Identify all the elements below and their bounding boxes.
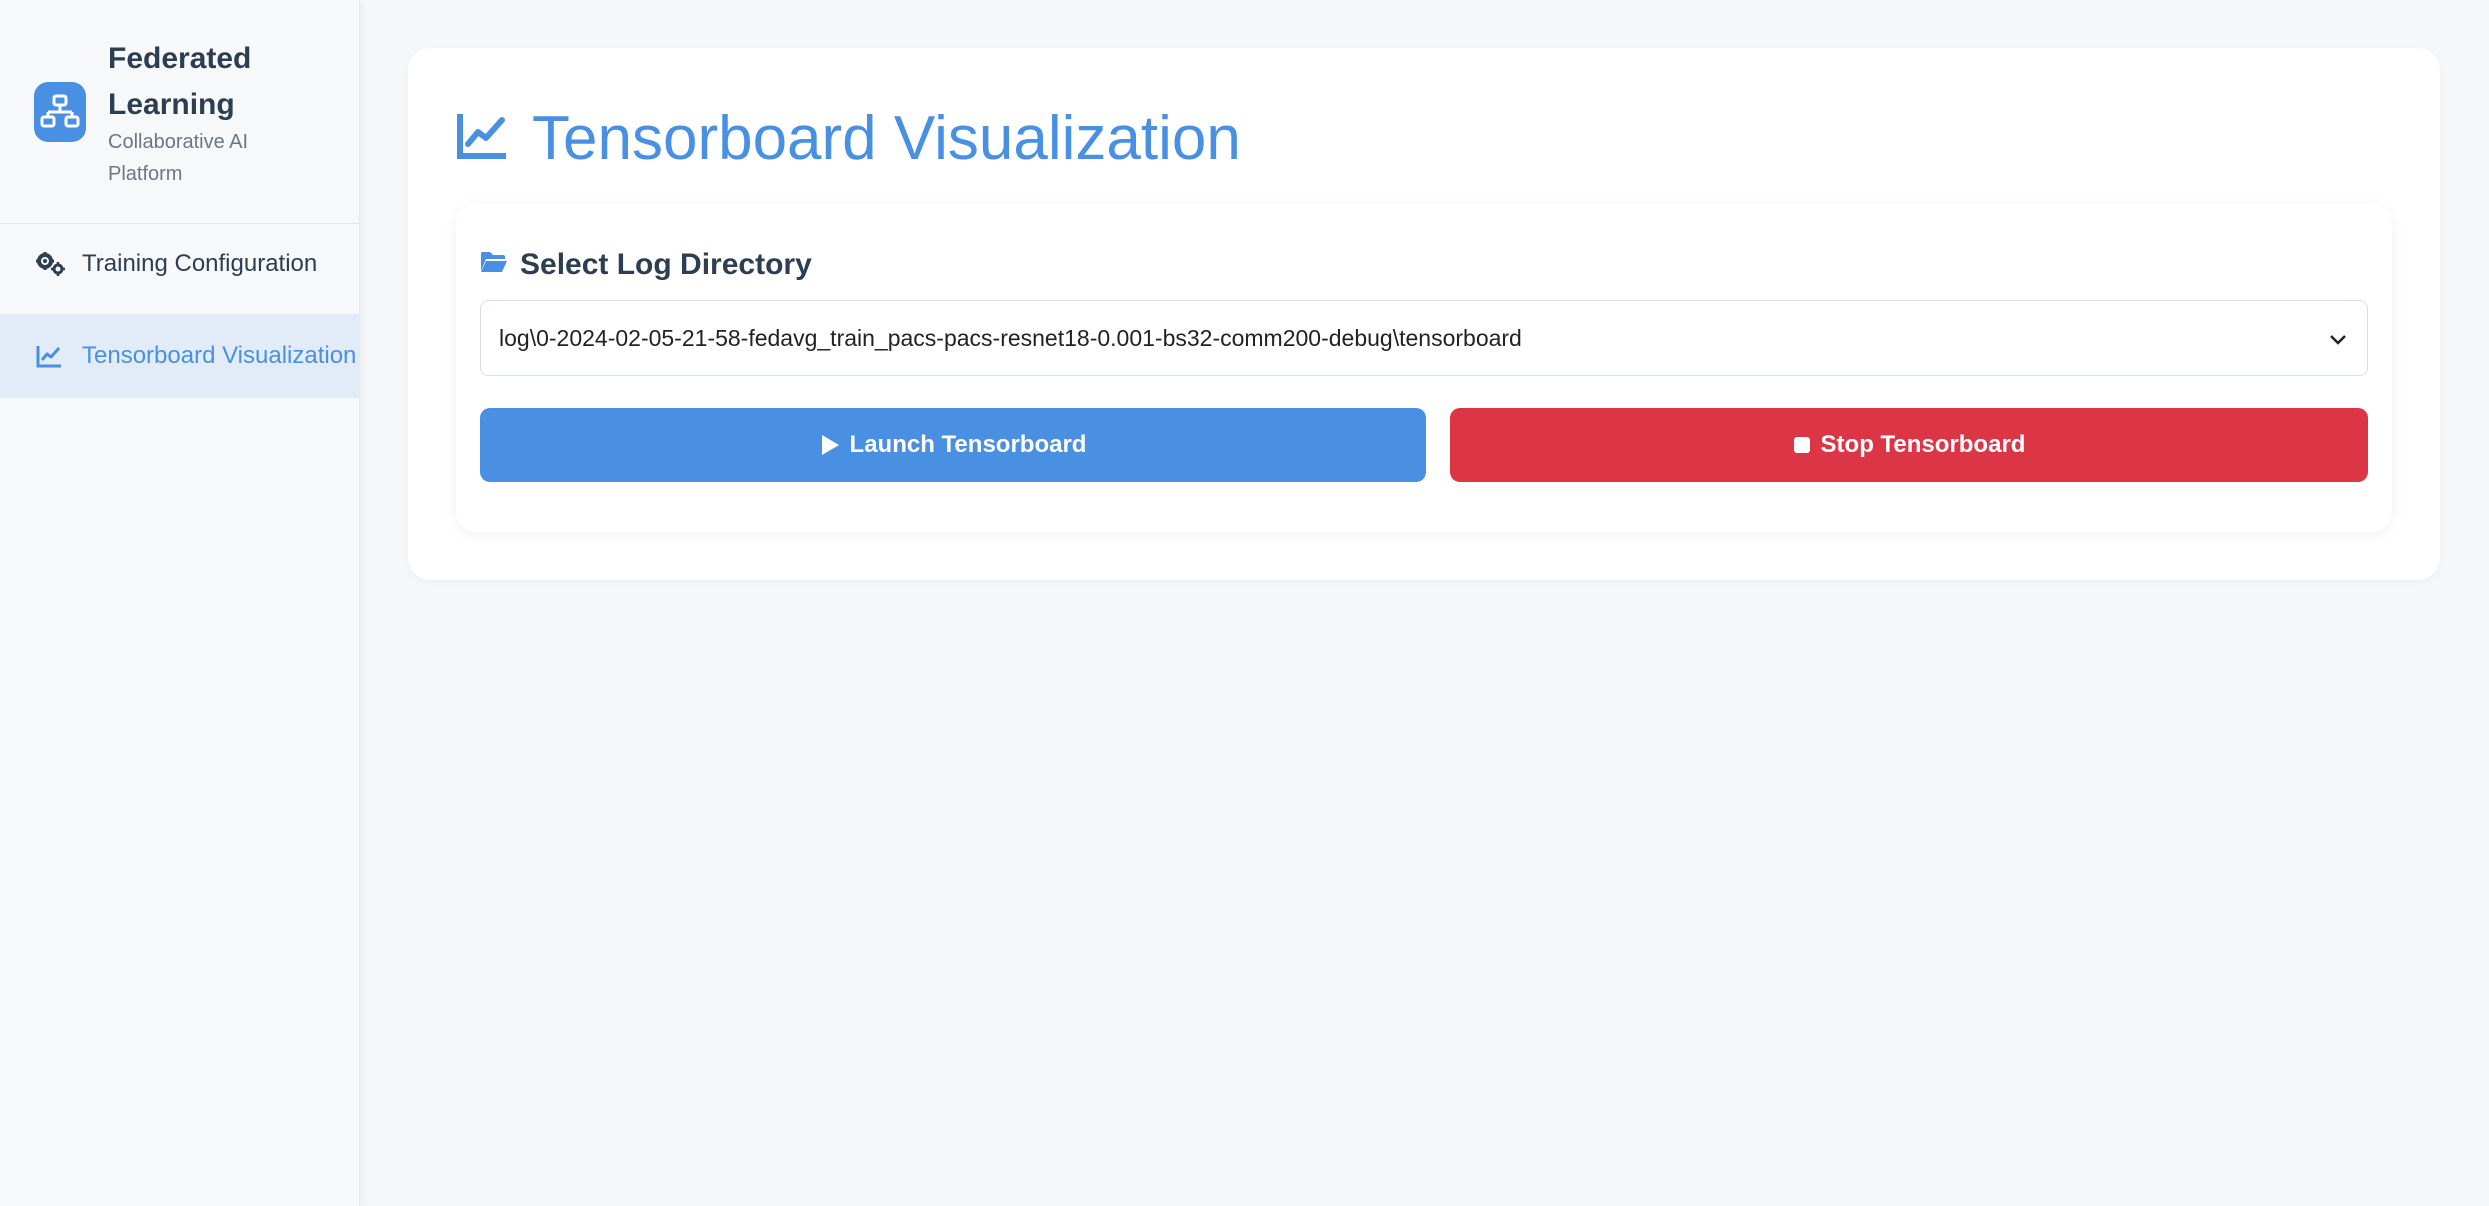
panel-header: Select Log Directory (480, 248, 812, 282)
launch-tensorboard-button[interactable]: Launch Tensorboard (480, 408, 1426, 482)
stop-tensorboard-button[interactable]: Stop Tensorboard (1450, 408, 2368, 482)
folder-open-icon (480, 248, 508, 282)
sidebar-item-label: Training Configuration (82, 250, 318, 277)
sidebar-item-training-configuration[interactable]: Training Configuration (0, 222, 360, 306)
stop-icon (1793, 436, 1811, 454)
app-root: Federated Learning Collaborative AI Plat… (0, 0, 2489, 1206)
log-directory-select[interactable]: log\0-2024-02-05-21-58-fedavg_train_pacs… (480, 300, 2368, 376)
gears-icon (36, 249, 66, 279)
sidebar-item-tensorboard-visualization[interactable]: Tensorboard Visualization (0, 314, 360, 398)
main-card: Tensorboard Visualization Select Log Dir… (408, 48, 2440, 580)
log-directory-value: log\0-2024-02-05-21-58-fedavg_train_pacs… (499, 324, 1522, 351)
log-directory-panel: Select Log Directory log\0-2024-02-05-21… (456, 204, 2392, 532)
chart-line-icon (456, 112, 508, 165)
brand-subtitle: Collaborative AI Platform (108, 131, 249, 185)
chevron-down-icon (2329, 325, 2347, 352)
stop-button-label: Stop Tensorboard (1820, 431, 2026, 458)
brand-title: Federated Learning (108, 42, 252, 121)
page-title: Tensorboard Visualization (532, 103, 1241, 173)
chart-line-icon (36, 341, 66, 371)
sidebar-item-label: Tensorboard Visualization (82, 342, 357, 369)
brand: Federated Learning Collaborative AI Plat… (0, 0, 360, 224)
launch-button-label: Launch Tensorboard (849, 431, 1087, 458)
network-icon (34, 82, 86, 142)
sidebar: Federated Learning Collaborative AI Plat… (0, 0, 360, 1206)
page-title-row: Tensorboard Visualization (456, 98, 1241, 178)
play-icon (820, 434, 840, 456)
panel-title: Select Log Directory (520, 248, 812, 281)
